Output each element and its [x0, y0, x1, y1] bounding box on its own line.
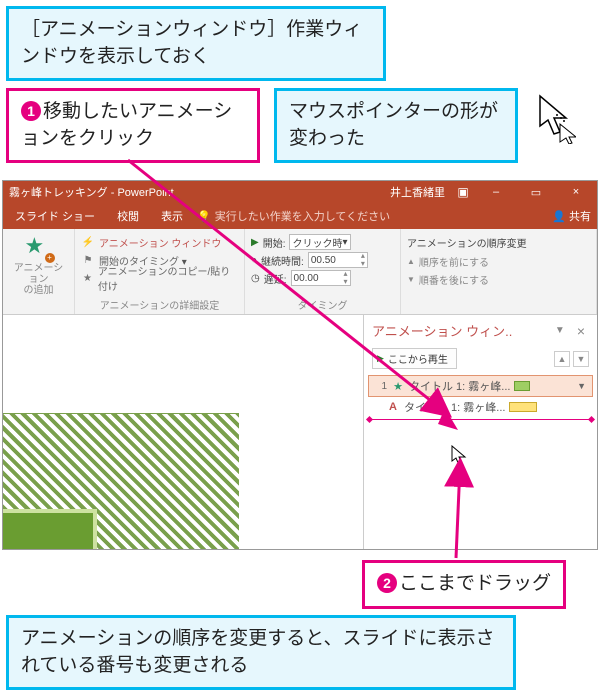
down-icon: ▼: [407, 275, 415, 284]
tellme-input[interactable]: 実行したい作業を入力してください: [215, 208, 390, 224]
tellme-icon: 💡: [197, 210, 211, 223]
animation-painter-button[interactable]: アニメーションのコピー/貼り付け: [98, 263, 238, 293]
group-label-timing: タイミング: [251, 297, 394, 312]
delay-icon: ◷: [251, 273, 260, 284]
step-number-1: 1: [21, 101, 41, 121]
drag-cursor-icon: [450, 445, 470, 467]
entrance-star-icon: ★: [391, 380, 405, 393]
app-title: 霧ヶ峰トレッキング - PowerPoint: [9, 184, 174, 200]
start-label: 開始:: [263, 235, 286, 250]
cursor-preview-icon: [536, 94, 576, 144]
callout-showpane: ［アニメーションウィンドウ］作業ウィンドウを表示しておく: [6, 6, 386, 81]
reorder-up-button[interactable]: ▲: [554, 351, 570, 367]
window-maximize[interactable]: ▭: [521, 186, 551, 199]
pane-close-button[interactable]: ×: [573, 323, 589, 339]
ribbon-group-timing: ▶ 開始: クリック時 ▾ ◔ 継続時間: 00.50 ▴▾ ◷ 遅延:: [245, 229, 401, 314]
window-close[interactable]: ×: [561, 186, 591, 198]
anim-timing-bar: [514, 381, 530, 391]
drag-insert-indicator: [370, 419, 591, 420]
anim-item-dropdown[interactable]: ▼: [577, 381, 586, 391]
duration-input[interactable]: 00.50 ▴▾: [308, 252, 368, 268]
powerpoint-window: 霧ヶ峰トレッキング - PowerPoint 井上香緒里 ▣ – ▭ × スライ…: [2, 180, 598, 550]
delay-input[interactable]: 00.00 ▴▾: [291, 270, 351, 286]
callout-text: アニメーションの順序を変更すると、スライドに表示されている番号も変更される: [21, 628, 494, 676]
callout-text: 移動したいアニメーションをクリック: [21, 101, 232, 149]
pane-options-dropdown[interactable]: ▼: [555, 325, 565, 336]
emphasis-a-icon: A: [386, 401, 400, 413]
step-number-2: 2: [377, 573, 397, 593]
play-from-button[interactable]: ▶ ここから再生: [372, 348, 457, 369]
animation-pane: アニメーション ウィン.. ▼ × ▶ ここから再生 ▲ ▼ 1 ★: [363, 315, 597, 549]
slide-canvas[interactable]: [3, 315, 363, 549]
share-label: 共有: [569, 208, 591, 224]
share-button[interactable]: 👤 共有: [552, 208, 591, 224]
start-icon: ▶: [251, 237, 259, 248]
ribbon-tabs: スライド ショー 校閲 表示 💡 実行したい作業を入力してください 👤 共有: [3, 203, 597, 229]
share-icon: 👤: [552, 210, 566, 223]
add-animation-label1: アニメーション: [9, 263, 68, 285]
animation-pane-button[interactable]: アニメーション ウィンドウ: [99, 235, 221, 250]
ribbon-body: ★+ アニメーション の追加 ⚡アニメーション ウィンドウ ⚑開始のタイミング …: [3, 229, 597, 315]
painter-icon: ★: [81, 273, 94, 284]
reorder-down-button[interactable]: ▼: [573, 351, 589, 367]
up-icon: ▲: [407, 257, 415, 266]
anim-pane-icon: ⚡: [81, 237, 95, 248]
tab-slideshow[interactable]: スライド ショー: [7, 204, 103, 228]
ribbon-group-advanced: ⚡アニメーション ウィンドウ ⚑開始のタイミング ★アニメーションのコピー/貼り…: [75, 229, 245, 314]
reorder-header: アニメーションの順序変更: [407, 233, 590, 252]
anim-item-label: タイトル 1: 霧ヶ峰...: [409, 378, 510, 394]
start-select[interactable]: クリック時 ▾: [289, 234, 350, 250]
callout-step1: 1移動したいアニメーションをクリック: [6, 88, 260, 163]
clock-icon: ◔: [251, 255, 257, 266]
delay-label: 遅延:: [264, 271, 287, 286]
anim-item-label: タイトル 1: 霧ヶ峰...: [404, 399, 505, 415]
user-name: 井上香緒里: [390, 184, 445, 200]
animation-item-1[interactable]: 1 ★ タイトル 1: 霧ヶ峰... ▼: [368, 375, 593, 397]
ribbon-group-addanim: ★+ アニメーション の追加: [3, 229, 75, 314]
chevron-down-icon: ▾: [342, 237, 347, 248]
callout-result: アニメーションの順序を変更すると、スライドに表示されている番号も変更される: [6, 615, 516, 690]
add-animation-label2: の追加: [24, 285, 54, 296]
play-icon: ▶: [377, 353, 384, 364]
slide-shape[interactable]: [3, 513, 93, 550]
window-minimize[interactable]: –: [481, 186, 511, 198]
callout-step2: 2ここまでドラッグ: [362, 560, 566, 609]
trigger-icon: ⚑: [81, 255, 95, 266]
callout-pointer: マウスポインターの形が変わった: [274, 88, 518, 163]
pane-title: アニメーション ウィン..: [372, 321, 512, 340]
play-from-label: ここから再生: [388, 351, 448, 366]
move-later-button[interactable]: 順番を後にする: [419, 272, 489, 287]
callout-text: ここまでドラッグ: [399, 573, 551, 594]
tab-review[interactable]: 校閲: [109, 204, 147, 228]
callout-text: ［アニメーションウィンドウ］作業ウィンドウを表示しておく: [21, 19, 362, 67]
titlebar: 霧ヶ峰トレッキング - PowerPoint 井上香緒里 ▣ – ▭ ×: [3, 181, 597, 203]
workarea: アニメーション ウィン.. ▼ × ▶ ここから再生 ▲ ▼ 1 ★: [3, 315, 597, 549]
tab-view[interactable]: 表示: [153, 204, 191, 228]
ribbon-group-reorder: アニメーションの順序変更 ▲ 順序を前にする ▼ 順番を後にする: [401, 229, 597, 314]
animation-item-2[interactable]: A タイトル 1: 霧ヶ峰...: [364, 397, 597, 417]
group-label-advanced: アニメーションの詳細設定: [81, 297, 238, 312]
duration-label: 継続時間:: [261, 253, 304, 268]
anim-order-number: 1: [375, 381, 387, 392]
callout-text: マウスポインターの形が変わった: [289, 101, 498, 149]
move-earlier-button[interactable]: 順序を前にする: [419, 254, 489, 269]
anim-timing-bar: [509, 402, 537, 412]
ribbon-display-icon[interactable]: ▣: [455, 184, 471, 200]
add-animation-icon[interactable]: ★+: [25, 233, 53, 261]
